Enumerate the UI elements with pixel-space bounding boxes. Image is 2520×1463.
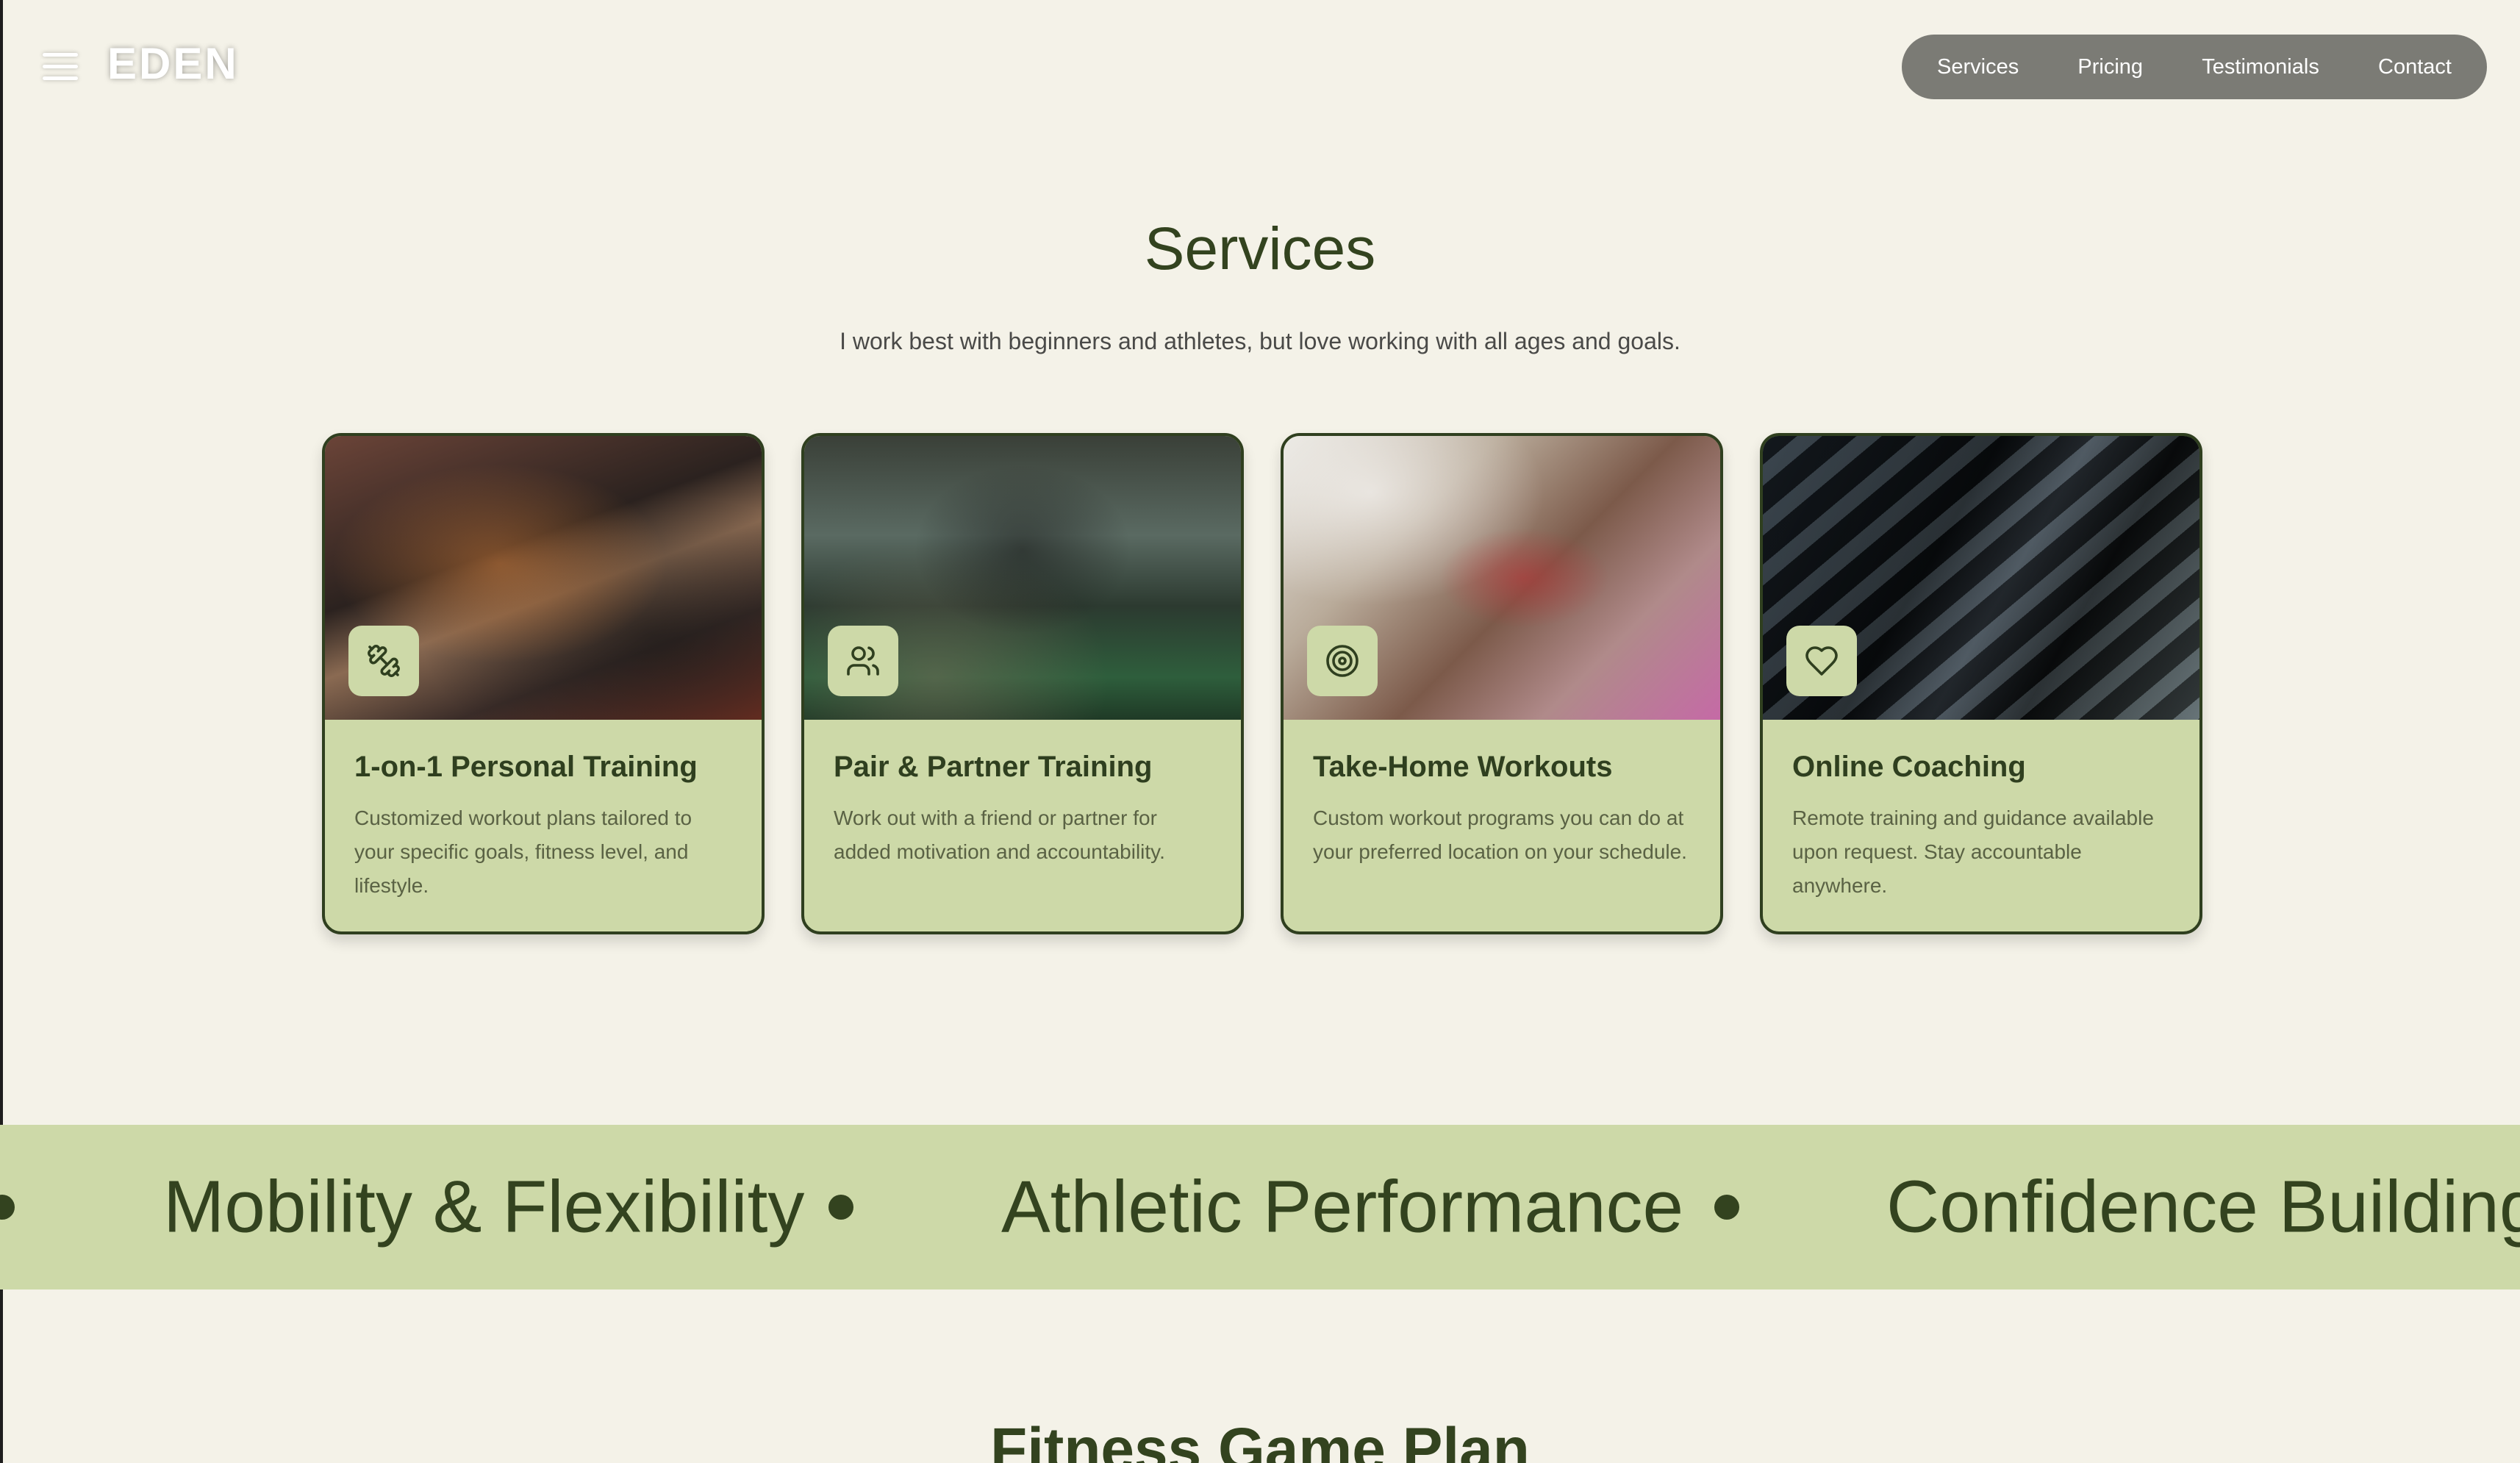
service-card-online-coaching[interactable]: Online Coaching Remote training and guid… — [1760, 433, 2202, 934]
marquee-item: Mobility & Flexibility — [163, 1165, 805, 1248]
game-plan-title: Fitness Game Plan — [990, 1416, 1530, 1463]
card-title: Pair & Partner Training — [834, 751, 1153, 783]
services-subtitle: I work best with beginners and athletes,… — [840, 328, 1680, 354]
card-body: Pair & Partner Training Work out with a … — [804, 720, 1241, 869]
services-title: Services — [1144, 215, 1376, 282]
menu-bar — [43, 65, 78, 68]
nav-testimonials[interactable]: Testimonials — [2202, 55, 2319, 79]
service-card-take-home-workouts[interactable]: Take-Home Workouts Custom workout progra… — [1281, 433, 1723, 934]
service-card-personal-training[interactable]: 1-on-1 Personal Training Customized work… — [322, 433, 765, 934]
card-body: Take-Home Workouts Custom workout progra… — [1284, 720, 1720, 869]
card-description: Custom workout programs you can do at yo… — [1313, 806, 1687, 863]
bullet-dot — [1714, 1195, 1739, 1220]
focus-areas-marquee: Mobility & Flexibility Athletic Performa… — [0, 1125, 2520, 1289]
hamburger-menu-icon[interactable] — [43, 51, 78, 81]
nav-services[interactable]: Services — [1937, 55, 2019, 79]
card-photo — [1763, 436, 2199, 720]
card-description: Work out with a friend or partner for ad… — [834, 806, 1165, 863]
top-nav: Services Pricing Testimonials Contact — [1902, 35, 2487, 99]
nav-pricing[interactable]: Pricing — [2077, 55, 2143, 79]
card-body: 1-on-1 Personal Training Customized work… — [325, 720, 762, 903]
target-icon — [1307, 626, 1378, 696]
card-body: Online Coaching Remote training and guid… — [1763, 720, 2199, 903]
bullet-dot — [0, 1195, 15, 1220]
card-photo — [1284, 436, 1720, 720]
logo[interactable]: EDEN — [107, 38, 239, 89]
card-photo — [325, 436, 762, 720]
menu-bar — [43, 53, 78, 57]
heart-icon — [1786, 626, 1857, 696]
menu-bar — [43, 76, 78, 80]
service-card-partner-training[interactable]: Pair & Partner Training Work out with a … — [801, 433, 1244, 934]
dumbbell-icon — [348, 626, 419, 696]
card-photo — [804, 436, 1241, 720]
bullet-dot — [828, 1195, 853, 1220]
marquee-item: Athletic Performance — [1001, 1165, 1684, 1248]
marquee-item: Confidence Building — [1886, 1165, 2520, 1248]
users-icon — [828, 626, 898, 696]
card-description: Customized workout plans tailored to you… — [354, 806, 692, 897]
page: EDEN Services Pricing Testimonials Conta… — [0, 0, 2520, 1463]
nav-contact[interactable]: Contact — [2378, 55, 2452, 79]
card-title: 1-on-1 Personal Training — [354, 751, 698, 783]
card-description: Remote training and guidance available u… — [1792, 806, 2154, 897]
card-title: Take-Home Workouts — [1313, 751, 1613, 783]
card-title: Online Coaching — [1792, 751, 2026, 783]
